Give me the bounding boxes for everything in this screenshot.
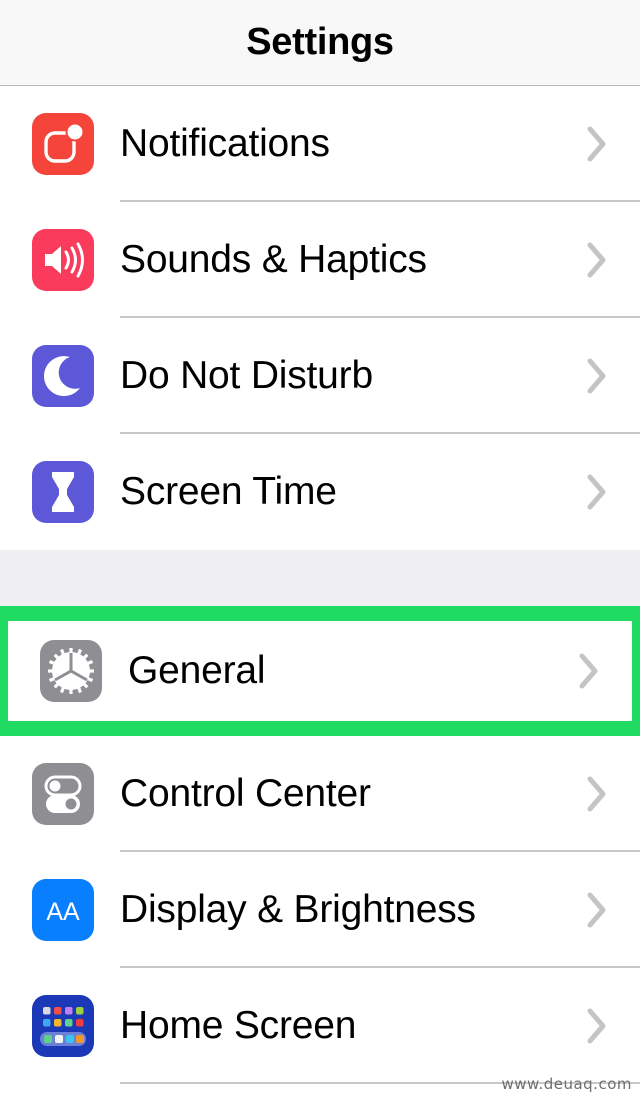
gear-icon-glyph [40,640,102,702]
settings-row-sounds-haptics[interactable]: Sounds & Haptics [0,202,640,318]
chevron-right-icon [586,357,608,395]
settings-row-screen-time[interactable]: Screen Time [0,434,640,550]
chevron-right-icon [586,241,608,279]
settings-group-separator-gap [0,550,640,606]
settings-row-label: General [128,649,578,693]
settings-row-label: Screen Time [120,470,586,514]
toggles-icon-glyph [32,763,94,825]
svg-text:AA: AA [46,898,80,926]
chevron-right-icon [578,652,600,690]
sounds-haptics-icon-glyph [32,229,94,291]
chevron-right-icon [586,891,608,929]
settings-row-home-screen[interactable]: Home Screen [0,968,640,1084]
notifications-icon [32,113,94,175]
page-title: Settings [246,21,394,64]
chevron-right-icon [586,775,608,813]
screen-time-hourglass-icon [32,461,94,523]
settings-row-label: Display & Brightness [120,888,586,932]
home-screen-grid-icon [32,995,94,1057]
settings-row-display-brightness[interactable]: AA Display & Brightness [0,852,640,968]
control-center-icon [32,763,94,825]
settings-row-do-not-disturb[interactable]: Do Not Disturb [0,318,640,434]
settings-group-notifications: Notifications Sounds & Haptics Do N [0,86,640,550]
chevron-right-icon [586,473,608,511]
notifications-icon-glyph [32,113,94,175]
settings-row-label: Home Screen [120,1004,586,1048]
watermark-label: www.deuaq.com [502,1075,632,1093]
settings-group-general: General Control Center AA [0,606,640,1084]
aa-icon-glyph: AA [32,879,94,941]
settings-row-label: Notifications [120,122,586,166]
moon-icon-glyph [32,345,94,407]
display-brightness-aa-icon: AA [32,879,94,941]
settings-row-label: Do Not Disturb [120,354,586,398]
settings-row-general[interactable]: General [8,621,632,721]
chevron-right-icon [586,1007,608,1045]
chevron-right-icon [586,125,608,163]
settings-row-label: Control Center [120,772,586,816]
navigation-bar: Settings [0,0,640,86]
do-not-disturb-moon-icon [32,345,94,407]
settings-row-notifications[interactable]: Notifications [0,86,640,202]
app-grid-icon-glyph [32,995,94,1057]
settings-row-label: Sounds & Haptics [120,238,586,282]
highlight-annotation-box: General [0,606,640,736]
settings-row-control-center[interactable]: Control Center [0,736,640,852]
general-gear-icon [40,640,102,702]
hourglass-icon-glyph [32,461,94,523]
sounds-haptics-icon [32,229,94,291]
